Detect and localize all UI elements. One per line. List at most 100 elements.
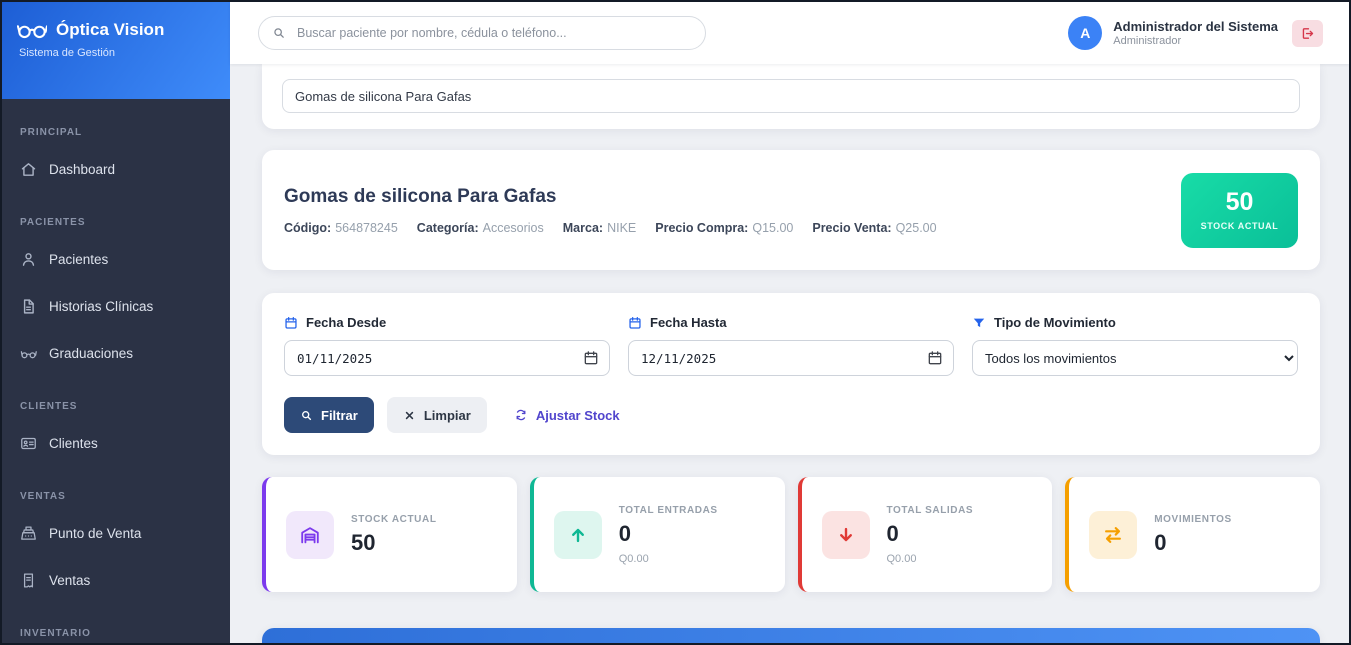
section-label-ventas: VENTAS: [2, 467, 230, 510]
logout-icon: [1300, 26, 1315, 41]
stat-sub: Q0.00: [619, 553, 718, 565]
stat-value: 50: [351, 530, 437, 556]
stat-value: 0: [1154, 530, 1232, 556]
sidebar-item-punto-de-venta[interactable]: Punto de Venta: [2, 510, 230, 557]
sidebar-item-dashboard[interactable]: Dashboard: [2, 146, 230, 193]
warehouse-icon: [299, 524, 321, 546]
id-card-icon: [20, 435, 37, 452]
nav-item-label: Historias Clínicas: [49, 299, 153, 314]
stat-card-stock-actual: STOCK ACTUAL 50: [262, 477, 517, 592]
sidebar-item-historias-clinicas[interactable]: Historias Clínicas: [2, 283, 230, 330]
stat-text: TOTAL SALIDAS 0 Q0.00: [887, 505, 974, 565]
sync-icon: [514, 408, 528, 422]
fecha-desde-label-text: Fecha Desde: [306, 315, 386, 330]
search-icon: [272, 26, 286, 40]
tipo-movimiento-group: Tipo de Movimiento Todos los movimientos: [972, 315, 1298, 376]
stat-card-total-entradas: TOTAL ENTRADAS 0 Q0.00: [530, 477, 785, 592]
brand-title: Óptica Vision: [56, 20, 164, 40]
ajustar-stock-button[interactable]: Ajustar Stock: [508, 397, 626, 433]
nav-item-label: Dashboard: [49, 162, 115, 177]
patient-icon: [20, 251, 37, 268]
product-info: Gomas de silicona Para Gafas Código:5648…: [284, 186, 937, 235]
x-icon: [403, 409, 416, 422]
sidebar-nav: PRINCIPAL Dashboard PACIENTES Pacientes …: [2, 99, 230, 644]
stat-icon-box: [554, 511, 602, 559]
brand-header: Óptica Vision Sistema de Gestión: [2, 2, 230, 99]
sidebar-item-ventas[interactable]: Ventas: [2, 557, 230, 604]
limpiar-button[interactable]: Limpiar: [387, 397, 487, 433]
stat-label: STOCK ACTUAL: [351, 514, 437, 525]
limpiar-label: Limpiar: [424, 408, 471, 423]
fecha-desde-group: Fecha Desde: [284, 315, 610, 376]
section-label-principal: PRINCIPAL: [2, 103, 230, 146]
user-info: Administrador del Sistema Administrador: [1113, 19, 1278, 47]
section-label-pacientes: PACIENTES: [2, 193, 230, 236]
stat-label: TOTAL ENTRADAS: [619, 505, 718, 516]
stat-value: 0: [887, 521, 974, 547]
exchange-arrows-icon: [1102, 524, 1124, 546]
logout-button[interactable]: [1292, 20, 1323, 47]
filter-actions: Filtrar Limpiar Ajustar Stock: [284, 397, 1298, 433]
nav-item-label: Ventas: [49, 573, 90, 588]
cash-register-icon: [20, 525, 37, 542]
nav-item-label: Punto de Venta: [49, 526, 141, 541]
meta-value: 564878245: [335, 221, 398, 235]
stat-label: TOTAL SALIDAS: [887, 505, 974, 516]
section-label-inventario: INVENTARIO: [2, 604, 230, 644]
meta-item-categoria: Categoría: Accesorios: [417, 221, 544, 235]
global-search: [258, 16, 706, 50]
meta-value: Q15.00: [752, 221, 793, 235]
user-name: Administrador del Sistema: [1113, 19, 1278, 34]
movement-type-select[interactable]: Todos los movimientos: [972, 340, 1298, 376]
stat-sub: Q0.00: [887, 553, 974, 565]
tipo-movimiento-label: Tipo de Movimiento: [972, 315, 1298, 330]
stock-badge-value: 50: [1226, 190, 1254, 215]
meta-item-precio-venta: Precio Venta:Q25.00: [812, 221, 936, 235]
meta-label: Categoría:: [417, 221, 479, 235]
fecha-hasta-label-text: Fecha Hasta: [650, 315, 727, 330]
fecha-hasta-input[interactable]: [628, 340, 954, 376]
product-search-card: [262, 64, 1320, 129]
filtrar-button[interactable]: Filtrar: [284, 397, 374, 433]
ajustar-stock-label: Ajustar Stock: [536, 408, 620, 423]
arrow-up-icon: [567, 524, 589, 546]
sidebar-item-clientes[interactable]: Clientes: [2, 420, 230, 467]
section-label-clientes: CLIENTES: [2, 377, 230, 420]
product-name: Gomas de silicona Para Gafas: [284, 186, 937, 208]
fecha-hasta-group: Fecha Hasta: [628, 315, 954, 376]
stat-card-movimientos: MOVIMIENTOS 0: [1065, 477, 1320, 592]
user-area: A Administrador del Sistema Administrado…: [1068, 16, 1323, 50]
meta-label: Marca:: [563, 221, 603, 235]
fecha-hasta-label: Fecha Hasta: [628, 315, 954, 330]
fecha-desde-input[interactable]: [284, 340, 610, 376]
date-picker-icon[interactable]: [927, 350, 943, 366]
filtrar-label: Filtrar: [321, 408, 358, 423]
search-icon: [300, 409, 313, 422]
stock-badge-label: STOCK ACTUAL: [1201, 221, 1279, 231]
stat-icon-box: [822, 511, 870, 559]
sidebar-item-pacientes[interactable]: Pacientes: [2, 236, 230, 283]
date-picker-icon[interactable]: [583, 350, 599, 366]
brand-subtitle: Sistema de Gestión: [17, 47, 215, 59]
main-area: A Administrador del Sistema Administrado…: [230, 2, 1349, 643]
meta-item-precio-compra: Precio Compra:Q15.00: [655, 221, 793, 235]
product-search-input[interactable]: [282, 79, 1300, 113]
avatar[interactable]: A: [1068, 16, 1102, 50]
meta-item-marca: Marca:NIKE: [563, 221, 636, 235]
meta-value: Accesorios: [483, 221, 544, 235]
patient-search-input[interactable]: [258, 16, 706, 50]
nav-item-label: Clientes: [49, 436, 98, 451]
filter-card: Fecha Desde Fecha Hasta: [262, 293, 1320, 455]
movements-table-card: [262, 628, 1320, 643]
receipt-icon: [20, 572, 37, 589]
sidebar-item-graduaciones[interactable]: Graduaciones: [2, 330, 230, 377]
arrow-down-icon: [835, 524, 857, 546]
fecha-desde-label: Fecha Desde: [284, 315, 610, 330]
stat-value: 0: [619, 521, 718, 547]
content-area: Gomas de silicona Para Gafas Código:5648…: [230, 64, 1349, 643]
meta-label: Precio Venta:: [812, 221, 891, 235]
stats-row: STOCK ACTUAL 50 TOTAL ENTRADAS 0 Q0.00: [262, 477, 1320, 592]
tipo-movimiento-label-text: Tipo de Movimiento: [994, 315, 1116, 330]
glasses-logo-icon: [17, 20, 47, 40]
app-window: Óptica Vision Sistema de Gestión PRINCIP…: [0, 0, 1351, 645]
